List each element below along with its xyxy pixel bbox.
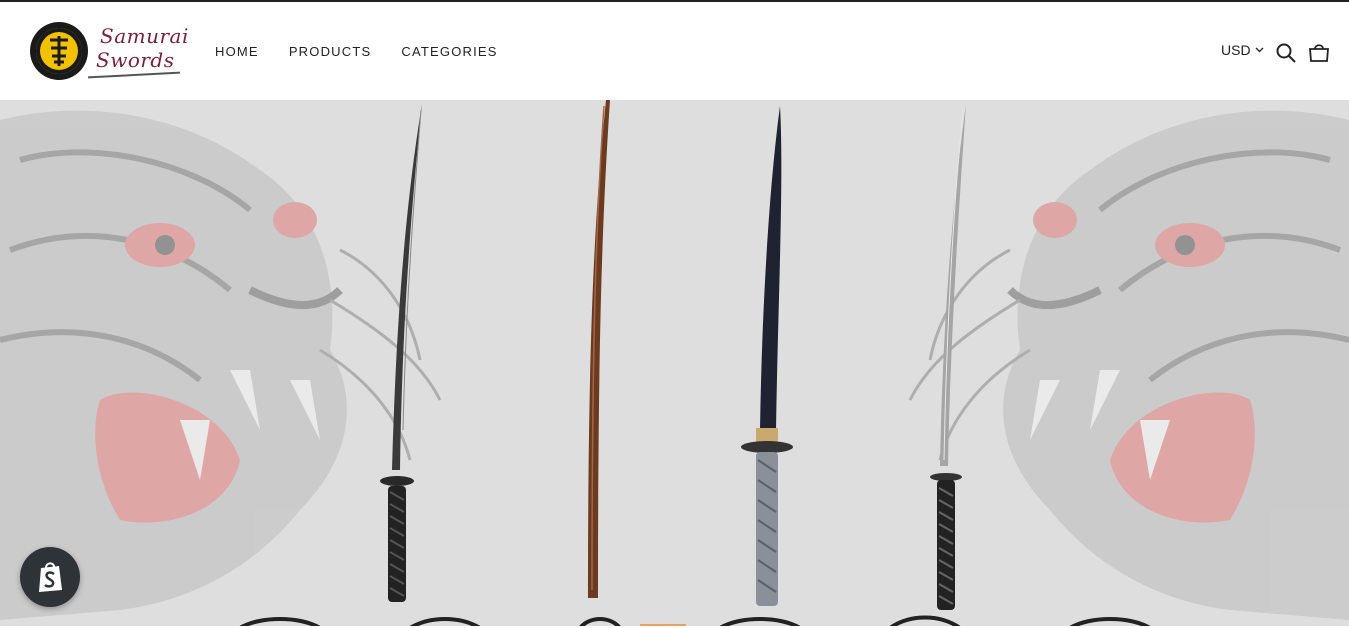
kanji-glyph-icon [50, 36, 68, 66]
logo-link[interactable]: Samurai Swords [30, 22, 188, 82]
main-nav: HOME PRODUCTS CATEGORIES [215, 44, 498, 59]
logo-text-line2: Swords [96, 48, 175, 72]
logo-sword-underline [88, 71, 180, 79]
currency-selector[interactable]: USD [1221, 42, 1264, 58]
shopify-chat-button[interactable] [20, 547, 80, 607]
nav-categories[interactable]: CATEGORIES [401, 44, 497, 59]
bag-icon[interactable] [1308, 41, 1330, 63]
hero-banner [0, 100, 1349, 628]
nav-products[interactable]: PRODUCTS [289, 44, 372, 59]
currency-label: USD [1221, 42, 1251, 58]
hero-image [0, 100, 1349, 628]
chevron-down-icon [1255, 47, 1264, 53]
logo-text-line1: Samurai [100, 24, 189, 48]
site-header: Samurai Swords HOME PRODUCTS CATEGORIES … [0, 2, 1349, 100]
nav-home[interactable]: HOME [215, 44, 259, 59]
shopify-icon [39, 562, 62, 592]
search-icon[interactable] [1275, 42, 1297, 64]
